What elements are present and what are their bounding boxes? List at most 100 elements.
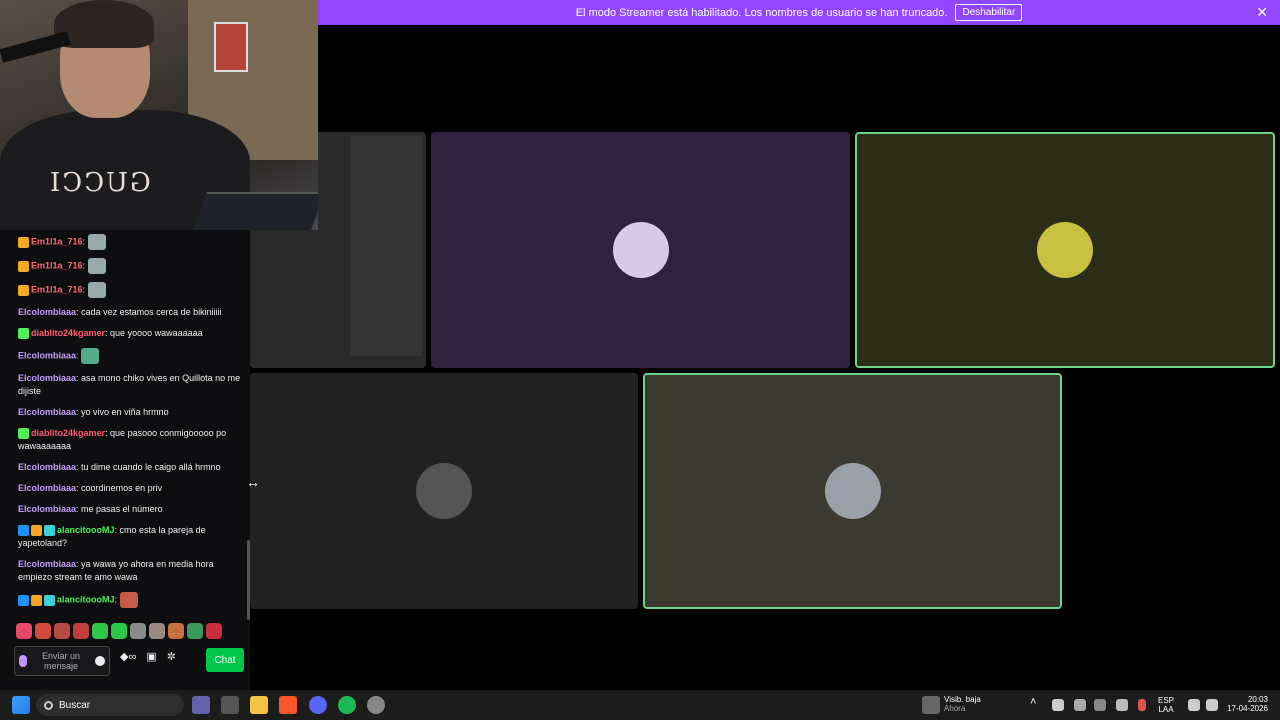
chat-message: Elcolombiaaa: tu dime cuando le caigo al… [18,462,221,472]
chat-username[interactable]: alancitoooMJ [57,594,115,604]
chat-badge-icon[interactable] [44,594,55,606]
chat-text: yo vivo en viña hrmno [81,407,169,417]
chat-username[interactable]: Elcolombiaaa [18,407,76,417]
chat-badge-icon[interactable] [44,525,55,537]
folder-icon[interactable] [250,696,268,714]
chat-message: diablito24kgamer: que pasooo conmigooooo… [18,428,227,451]
participant-tile-2[interactable] [855,132,1275,368]
chat-username[interactable]: Elcolombiaaa [18,307,76,317]
mic-icon[interactable] [19,655,27,667]
notification-sub: Ahora [944,704,966,713]
tray-chevron-icon[interactable]: ˄ [1030,696,1040,714]
emote-icon[interactable] [168,623,184,639]
screenshare-content [350,136,422,356]
chat-badge-icon[interactable] [31,525,42,537]
chat-send-button[interactable]: Chat [206,648,244,672]
chat-badge-icon[interactable] [18,328,29,340]
participant-avatar [824,463,881,519]
emote-icon[interactable] [130,623,146,639]
bits-icon[interactable]: ◆∞ [120,650,136,663]
chat-username[interactable]: Elcolombiaaa [18,462,76,472]
chat-message: alancitoooMJ: cmo esta la pareja de yape… [18,525,206,548]
streamer-mode-banner: El modo Streamer está habilitado. Los no… [318,0,1280,25]
emote-icon[interactable] [73,623,89,639]
chat-panel: Em1l1a_716: Em1l1a_716: Em1l1a_716: Elco… [0,230,250,690]
chat-message: Elcolombiaaa: cada vez estamos cerca de … [18,307,222,317]
chat-message: Em1l1a_716: [18,282,242,298]
tray-app-icon-3[interactable] [1094,699,1106,711]
chat-username[interactable]: diablito24kgamer [31,328,105,338]
chrome-icon[interactable] [367,696,385,714]
close-icon[interactable]: ✕ [1256,4,1268,21]
discord-icon[interactable] [309,696,327,714]
participant-tile-3[interactable] [250,373,638,609]
brave-icon[interactable] [279,696,297,714]
chat-badge-icon[interactable] [18,594,29,606]
emote-icon[interactable] [54,623,70,639]
disable-button[interactable]: Deshabilitar [955,4,1023,21]
chat-badge-icon[interactable] [18,525,29,537]
emote-bar [16,623,222,641]
chat-message: alancitoooMJ: [18,592,242,608]
chat-message: Elcolombiaaa: ya wawa yo ahora en media … [18,559,214,582]
chat-username[interactable]: Elcolombiaaa [18,483,76,493]
chat-badge-icon[interactable] [18,260,29,272]
emote-icon[interactable] [35,623,51,639]
start-icon[interactable] [12,696,30,714]
chat-message: Em1l1a_716: [18,234,242,250]
emote-icon[interactable] [206,623,222,639]
emote-icon[interactable] [111,623,127,639]
emote-icon[interactable] [16,623,32,639]
settings-icon[interactable]: ✲ [167,650,176,663]
chat-username[interactable]: Elcolombiaaa [18,559,76,569]
notification-text[interactable]: Visib. baja Ahora [944,695,981,713]
webcam-keyboard [193,192,318,230]
display-icon[interactable] [1188,699,1200,711]
chat-username[interactable]: Em1l1a_716 [31,260,83,270]
store-icon[interactable]: ▣ [146,650,156,663]
chat-badge-icon[interactable] [31,594,42,606]
chat-badge-icon[interactable] [18,428,29,440]
emoji-icon[interactable] [95,656,105,666]
chat-username[interactable]: diablito24kgamer [31,428,105,438]
clock-date: 17-04-2026 [1227,704,1268,713]
chat-tools: ◆∞ ▣ ✲ [120,650,176,663]
language-bottom: LAA [1158,705,1174,714]
tray-app-icon-1[interactable] [1052,699,1064,711]
chat-badge-icon[interactable] [18,236,29,248]
volume-icon[interactable] [1206,699,1218,711]
chat-emote-icon [87,282,106,298]
chat-scrollbar[interactable] [247,540,250,620]
tray-app-icon-2[interactable] [1074,699,1086,711]
chat-text: coordinemos en priv [81,483,163,493]
mic-tray-icon[interactable] [1138,699,1146,711]
participant-tile-4[interactable] [643,373,1062,609]
webcam-shirt-text: GUCCI [48,168,151,198]
chat-text: que yoooo wawaaaaaa [110,328,203,338]
language-top: ESP [1158,696,1175,705]
search-box[interactable]: Buscar [36,694,184,716]
emote-icon[interactable] [187,623,203,639]
clock-time: 20:03 [1247,695,1268,704]
chat-emote-icon [119,592,138,608]
chat-input-placeholder: Enviar un mensaje [41,651,81,671]
notification-icon[interactable] [922,696,940,714]
taskview-icon[interactable] [221,696,239,714]
spotify-icon[interactable] [338,696,356,714]
chat-username[interactable]: Em1l1a_716 [31,236,83,246]
chat-username[interactable]: Em1l1a_716 [31,284,83,294]
chat-username[interactable]: alancitoooMJ [57,525,115,535]
chat-username[interactable]: Elcolombiaaa [18,373,76,383]
clock[interactable]: 20:03 17-04-2026 [1224,695,1268,713]
chat-text: cada vez estamos cerca de bikiniiiii [81,307,222,317]
tray-app-icon-4[interactable] [1116,699,1128,711]
chat-username[interactable]: Elcolombiaaa [18,350,76,360]
emote-icon[interactable] [92,623,108,639]
chat-input[interactable]: Enviar un mensaje [14,646,110,676]
emote-icon[interactable] [149,623,165,639]
participant-tile-1[interactable] [431,132,850,368]
language-indicator[interactable]: ESP LAA [1158,696,1174,714]
teams-icon[interactable] [192,696,210,714]
chat-badge-icon[interactable] [18,284,29,296]
chat-username[interactable]: Elcolombiaaa [18,504,76,514]
